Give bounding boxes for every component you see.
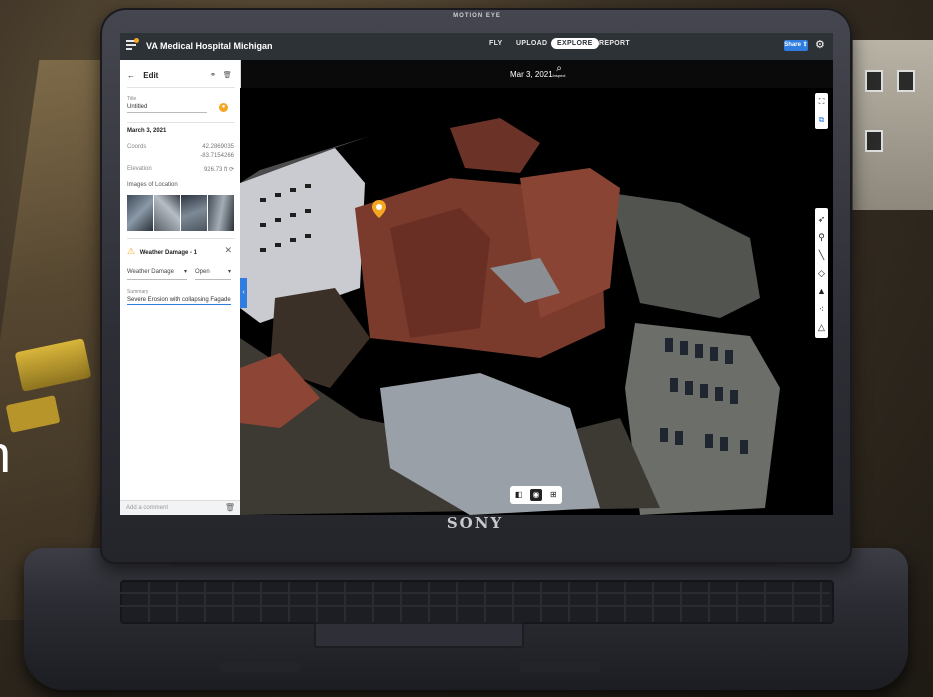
- title-input[interactable]: Untitled: [127, 104, 207, 113]
- keyboard-row: [120, 605, 830, 607]
- split-view-icon[interactable]: ⊞: [547, 489, 559, 501]
- pin-tool-icon[interactable]: ⚲: [815, 228, 828, 246]
- nav-explore[interactable]: EXPLORE: [551, 38, 599, 49]
- edit-panel: ← Edit ⚭ 🗑 Title Untitled ● March 3, 202…: [120, 60, 241, 515]
- trash-icon[interactable]: 🗑: [225, 503, 235, 512]
- keyboard-row: [120, 592, 830, 594]
- panel-heading: Edit: [143, 71, 159, 80]
- location-image-thumb[interactable]: [181, 195, 207, 231]
- menu-logo-icon[interactable]: [126, 38, 139, 52]
- laptop-top-brand: MOTION EYE: [453, 13, 501, 19]
- polygon-tool-icon[interactable]: ◇: [815, 264, 828, 282]
- laptop-keyboard: [120, 580, 834, 624]
- marker-color-icon[interactable]: ●: [219, 103, 228, 112]
- chevron-down-icon: ▾: [227, 269, 231, 275]
- close-icon[interactable]: ✕: [224, 245, 232, 256]
- edit-elevation-icon[interactable]: ⟳: [229, 167, 234, 173]
- area-tool-icon[interactable]: △: [815, 318, 828, 336]
- warning-icon: ⚠: [127, 246, 136, 256]
- coords-label: Coords: [127, 144, 147, 150]
- view-mode-toolbar: ◧ ◉ ⊞: [510, 486, 562, 504]
- divider: [127, 87, 235, 88]
- nav-report[interactable]: REPORT: [599, 40, 630, 47]
- background-text-fragment: n: [0, 425, 11, 485]
- title-label: Title: [127, 96, 137, 102]
- inspect-button[interactable]: ⌕ Inspect: [548, 63, 570, 78]
- layers-icon[interactable]: ⧉: [815, 111, 828, 129]
- points-tool-icon[interactable]: ⁖: [815, 300, 828, 318]
- hospital-3d-model[interactable]: [240, 88, 833, 515]
- nav-upload[interactable]: UPLOAD: [516, 40, 547, 47]
- images-label: Images of Location: [127, 182, 178, 188]
- link-icon[interactable]: ⚭: [210, 72, 216, 79]
- location-pin-icon[interactable]: [372, 200, 386, 218]
- issue-status-value: Open: [195, 269, 210, 275]
- share-button[interactable]: Share ⇪: [784, 40, 808, 51]
- collapse-panel-handle[interactable]: ‹: [240, 278, 247, 308]
- issue-title: Weather Damage - 1: [139, 250, 197, 256]
- elevation-label: Elevation: [127, 166, 152, 172]
- touchpad-button-right: [520, 662, 600, 672]
- fullscreen-icon[interactable]: ⛶: [815, 93, 828, 111]
- comment-bar: Add a comment 🗑: [120, 500, 240, 515]
- coords-value: 42.2869035 -83.7154266: [200, 143, 234, 161]
- capture-date[interactable]: Mar 3, 2021: [510, 70, 553, 79]
- date-heading: March 3, 2021: [127, 128, 167, 134]
- brick-tower-top: [450, 118, 540, 173]
- back-arrow-icon[interactable]: ←: [127, 71, 135, 80]
- 3d-model-viewport[interactable]: ‹ ⛶ ⧉ ➶ ⚲ ╲ ◇ ▲ ⁖ △ ◧ ◉ ⊞: [240, 88, 833, 515]
- app-topbar: VA Medical Hospital Michigan FLY UPLOAD …: [120, 33, 833, 60]
- location-image-thumb[interactable]: [127, 195, 153, 231]
- annotation-toolbar: ➶ ⚲ ╲ ◇ ▲ ⁖ △: [815, 208, 828, 338]
- coords-lat: 42.2869035: [202, 144, 234, 150]
- share-label: Share: [784, 42, 801, 48]
- cursor-icon[interactable]: ➶: [815, 210, 828, 228]
- laptop-touchpad: [314, 622, 524, 648]
- nav-fly[interactable]: FLY: [489, 40, 502, 47]
- viewer-subbar: Mar 3, 2021 ⌕ Inspect: [240, 60, 833, 88]
- laptop-screen: VA Medical Hospital Michigan FLY UPLOAD …: [120, 33, 833, 515]
- location-image-thumb[interactable]: [154, 195, 180, 231]
- issue-status-select[interactable]: Open ▾: [195, 266, 231, 280]
- comment-input[interactable]: Add a comment: [126, 505, 168, 511]
- trash-icon[interactable]: 🗑: [223, 72, 232, 79]
- summary-label: Summary: [127, 289, 149, 295]
- touchpad-button-left: [220, 662, 300, 672]
- summary-input[interactable]: Severe Erosion with collapsing Fagade: [127, 297, 231, 305]
- issue-type-value: Weather Damage: [127, 269, 174, 275]
- chevron-down-icon: ▾: [183, 269, 187, 275]
- laptop-bottom-brand: SONY: [446, 514, 504, 532]
- 3d-view-icon[interactable]: ◉: [529, 489, 542, 501]
- map-view-icon[interactable]: ◧: [513, 489, 525, 501]
- divider: [127, 238, 235, 239]
- coords-lng: -83.7154266: [200, 153, 234, 159]
- view-tools: ⛶ ⧉: [815, 93, 828, 129]
- app-title: VA Medical Hospital Michigan: [146, 41, 273, 51]
- aerial-house-background: [851, 40, 933, 210]
- issue-header: ⚠ Weather Damage - 1: [127, 246, 197, 257]
- elevation-value: 926.73 ft ⟳: [204, 166, 234, 173]
- issue-type-select[interactable]: Weather Damage ▾: [127, 266, 187, 280]
- divider: [127, 122, 235, 123]
- location-image-thumb[interactable]: [208, 195, 234, 231]
- volume-tool-icon[interactable]: ▲: [815, 282, 828, 300]
- gear-icon[interactable]: ⚙: [815, 38, 825, 51]
- line-tool-icon[interactable]: ╲: [815, 246, 828, 264]
- elevation-text: 926.73 ft: [203, 167, 228, 173]
- inspect-label: Inspect: [552, 73, 566, 78]
- road-area: [610, 193, 760, 318]
